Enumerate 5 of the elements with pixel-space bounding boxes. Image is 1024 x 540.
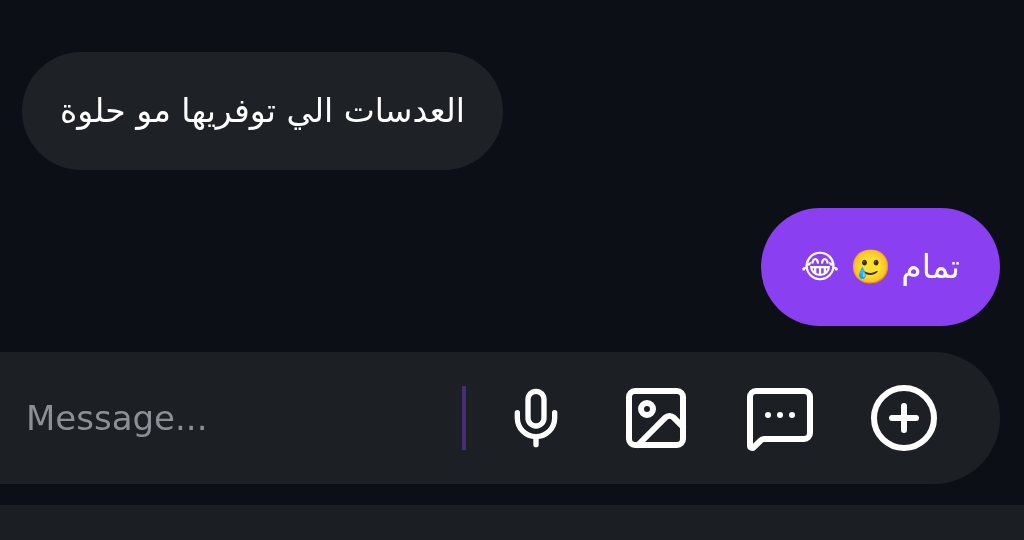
message-input[interactable]: Message... xyxy=(24,388,462,448)
outgoing-message: تمام 🥲 😂 xyxy=(760,208,1000,326)
incoming-message: العدسات الي توفريها مو حلوة xyxy=(22,52,503,170)
add-icon[interactable] xyxy=(868,382,940,454)
text-cursor xyxy=(462,386,466,450)
